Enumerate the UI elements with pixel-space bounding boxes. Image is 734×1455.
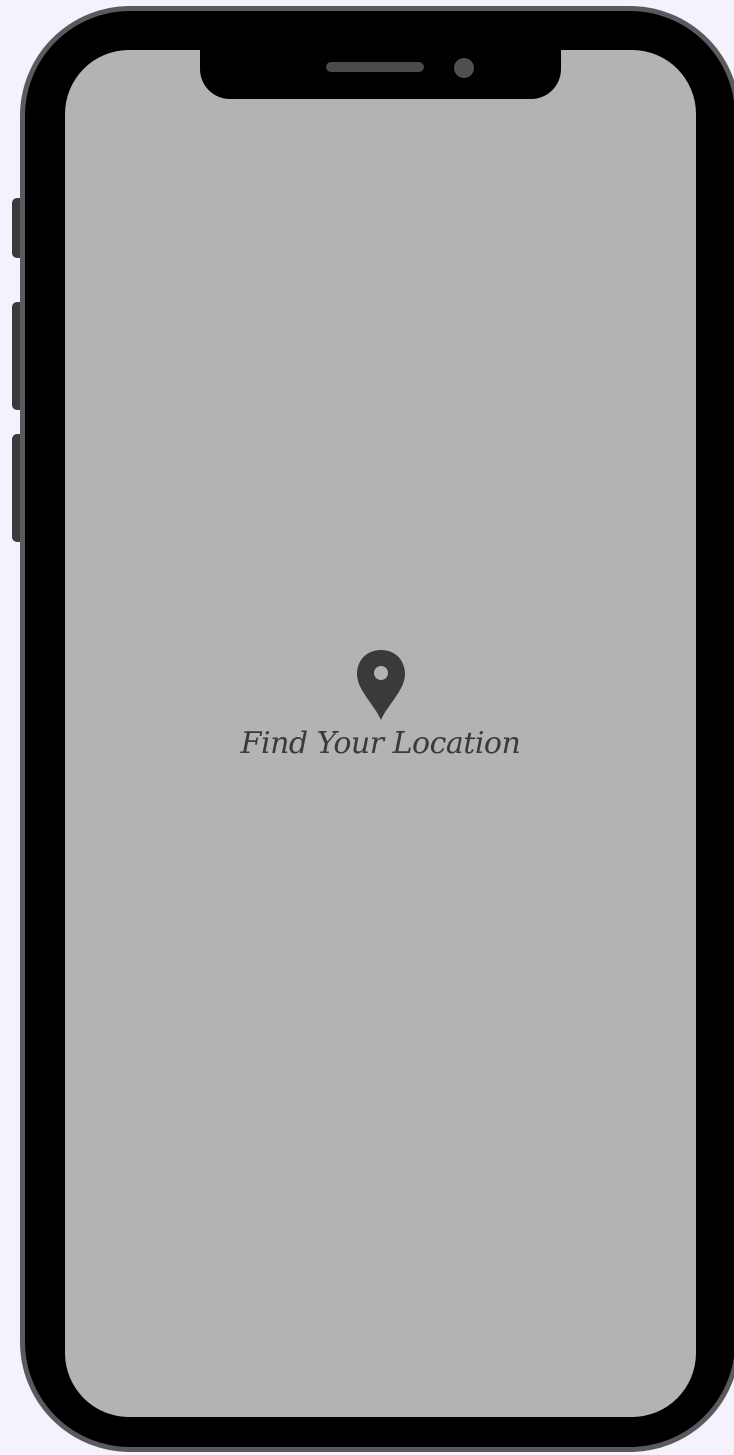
speaker-grille [326,62,424,72]
notch [200,40,561,99]
splash-content: Find Your Location [65,648,696,761]
mockup-stage: Find Your Location [0,0,734,1455]
app-screen: Find Your Location [65,50,696,1417]
splash-tagline: Find Your Location [240,726,521,761]
front-camera [454,58,474,78]
map-pin-icon [356,650,405,720]
